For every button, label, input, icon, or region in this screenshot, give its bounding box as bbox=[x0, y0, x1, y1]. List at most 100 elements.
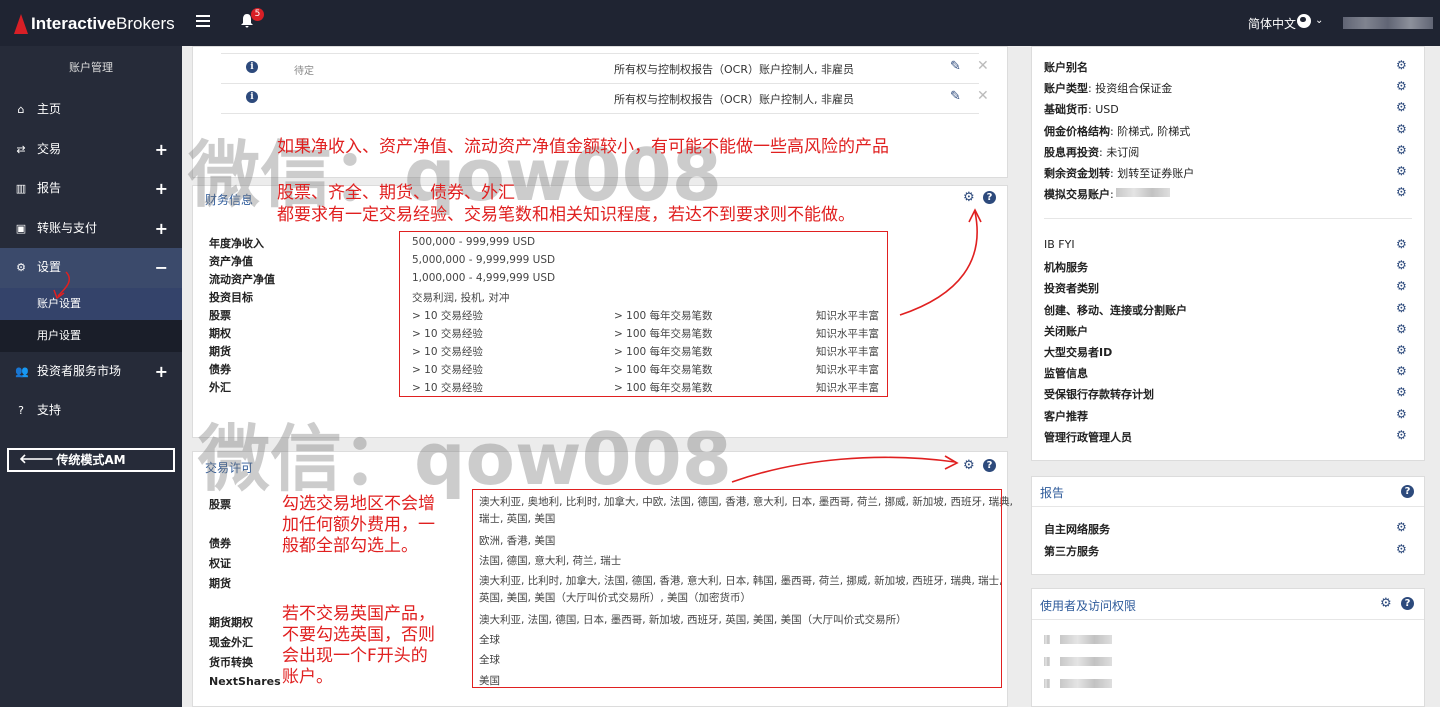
ocr-status: 待定 bbox=[294, 66, 314, 77]
info-icon[interactable]: i bbox=[246, 91, 258, 103]
gear-icon[interactable]: ⚙ bbox=[1396, 101, 1407, 113]
config-item[interactable]: 管理行政管理人员 bbox=[1044, 429, 1132, 445]
permission-label: 货币转换 bbox=[209, 656, 253, 669]
help-icon[interactable]: ? bbox=[983, 191, 996, 204]
annotation-note: 若不交易英国产品，不要勾选英国，否则会出现一个F开头的账户。 bbox=[282, 604, 435, 687]
gear-icon[interactable]: ⚙ bbox=[1396, 186, 1407, 198]
expand-icon[interactable]: + bbox=[155, 130, 168, 170]
gear-icon[interactable]: ⚙ bbox=[1396, 165, 1407, 177]
chevron-down-icon[interactable]: ⌄ bbox=[1315, 15, 1323, 26]
arrow-left-icon: 🡐 bbox=[19, 452, 54, 467]
reports-title: 报告 bbox=[1040, 486, 1065, 500]
user-blurred bbox=[1044, 657, 1050, 666]
permission-label: 债券 bbox=[209, 537, 231, 550]
gear-icon[interactable]: ⚙ bbox=[1396, 323, 1407, 335]
paper-account-blurred bbox=[1116, 188, 1170, 197]
config-item[interactable]: 大型交易者ID bbox=[1044, 344, 1112, 360]
gears-icon: ⚙ bbox=[16, 261, 26, 274]
globe-icon[interactable] bbox=[1297, 14, 1311, 28]
sidebar-item-users[interactable]: 👥 投资者服务市场 + bbox=[0, 352, 182, 392]
config-item[interactable]: 创建、移动、连接或分割账户 bbox=[1044, 302, 1187, 318]
config-item[interactable]: 投资者类别 bbox=[1044, 280, 1099, 296]
config-item[interactable]: 客户推荐 bbox=[1044, 408, 1088, 424]
gear-icon[interactable]: ⚙ bbox=[1396, 386, 1407, 398]
config-item[interactable]: 受保银行存款转存计划 bbox=[1044, 386, 1154, 402]
gear-icon[interactable]: ⚙ bbox=[1396, 280, 1407, 292]
help-icon[interactable]: ? bbox=[1401, 597, 1414, 610]
gear-icon[interactable]: ⚙ bbox=[1396, 429, 1407, 441]
gear-icon[interactable]: ⚙ bbox=[963, 191, 976, 204]
sidebar-item-label: 投资者服务市场 bbox=[37, 363, 122, 378]
help-icon[interactable]: ? bbox=[1401, 485, 1414, 498]
gear-icon[interactable]: ⚙ bbox=[1396, 365, 1407, 377]
ib-logo[interactable]: InteractiveBrokers bbox=[14, 13, 175, 35]
config-item[interactable]: 基础货币: USD bbox=[1044, 101, 1119, 117]
ocr-text: 所有权与控制权报告（OCR）账户控制人, 非雇员 bbox=[614, 93, 854, 106]
financial-label: 债券 bbox=[209, 363, 231, 376]
sidebar-subitem[interactable]: 用户设置 bbox=[0, 319, 182, 352]
home-icon: ⌂ bbox=[17, 103, 25, 116]
gear-icon[interactable]: ⚙ bbox=[963, 459, 976, 472]
gear-icon[interactable]: ⚙ bbox=[1396, 123, 1407, 135]
gear-icon[interactable]: ⚙ bbox=[1380, 597, 1393, 610]
config-item[interactable]: IB FYI bbox=[1044, 238, 1075, 251]
gear-icon[interactable]: ⚙ bbox=[1396, 59, 1407, 71]
config-item[interactable]: 监管信息 bbox=[1044, 365, 1088, 381]
edit-icon[interactable]: ✎ bbox=[950, 59, 961, 74]
sidebar-item-label: 主页 bbox=[37, 102, 62, 116]
config-item[interactable]: 剩余资金划转: 划转至证券账户 bbox=[1044, 165, 1194, 181]
reports-panel: 报告 ? 自主网络服务 ⚙ 第三方服务 ⚙ bbox=[1031, 476, 1425, 575]
close-icon[interactable]: ✕ bbox=[977, 88, 989, 104]
permission-label: 期货期权 bbox=[209, 616, 253, 629]
financial-label: 年度净收入 bbox=[209, 237, 264, 250]
close-icon[interactable]: ✕ bbox=[977, 58, 989, 74]
sidebar-item-label: 交易 bbox=[37, 141, 62, 156]
expand-icon[interactable]: + bbox=[155, 169, 168, 209]
config-item[interactable]: 账户类型: 投资组合保证金 bbox=[1044, 80, 1172, 96]
gear-icon[interactable]: ⚙ bbox=[1396, 543, 1407, 555]
config-item[interactable]: 账户别名 bbox=[1044, 59, 1088, 75]
collapse-icon[interactable]: − bbox=[155, 248, 168, 288]
info-icon[interactable]: i bbox=[246, 61, 258, 73]
sidebar-item-exchange[interactable]: ⇄ 交易 + bbox=[0, 130, 182, 170]
permission-label: 现金外汇 bbox=[209, 636, 253, 649]
sidebar-item-bar-chart[interactable]: ▥ 报告 + bbox=[0, 169, 182, 209]
gear-icon[interactable]: ⚙ bbox=[1396, 521, 1407, 533]
gear-icon[interactable]: ⚙ bbox=[1396, 302, 1407, 314]
sidebar-item-gears[interactable]: ⚙ 设置 − bbox=[0, 248, 182, 288]
config-item[interactable]: 关闭账户 bbox=[1044, 323, 1088, 339]
user-blurred bbox=[1044, 679, 1050, 688]
user-blurred bbox=[1060, 679, 1112, 688]
gear-icon[interactable]: ⚙ bbox=[1396, 144, 1407, 156]
gear-icon[interactable]: ⚙ bbox=[1396, 259, 1407, 271]
annotation-note: 股票、齐全、期货、债券、外汇 bbox=[277, 183, 515, 203]
sidebar-subitem[interactable]: 账户设置 bbox=[0, 287, 182, 320]
sidebar-item-money[interactable]: ▣ 转账与支付 + bbox=[0, 209, 182, 249]
top-bar: InteractiveBrokers 5 简体中文 ⌄ bbox=[0, 0, 1440, 46]
config-item[interactable]: 股息再投资: 未订阅 bbox=[1044, 144, 1139, 160]
help-icon: ? bbox=[18, 404, 24, 417]
annotation-box bbox=[399, 231, 888, 397]
config-item[interactable]: 机构服务 bbox=[1044, 259, 1088, 275]
help-icon[interactable]: ? bbox=[983, 459, 996, 472]
config-item[interactable]: 佣金价格结构: 阶梯式, 阶梯式 bbox=[1044, 123, 1190, 139]
gear-icon[interactable]: ⚙ bbox=[1396, 238, 1407, 250]
menu-toggle-icon[interactable] bbox=[196, 15, 210, 29]
user-account-blurred[interactable] bbox=[1343, 17, 1433, 29]
report-item[interactable]: 自主网络服务 bbox=[1044, 521, 1110, 537]
expand-icon[interactable]: + bbox=[155, 352, 168, 392]
sidebar-item-home[interactable]: ⌂ 主页 bbox=[0, 90, 182, 130]
legacy-mode-button[interactable]: 🡐 传统模式AM bbox=[7, 448, 175, 472]
edit-icon[interactable]: ✎ bbox=[950, 89, 961, 104]
sidebar-item-help[interactable]: ? 支持 bbox=[0, 391, 182, 431]
permission-label: 期货 bbox=[209, 577, 231, 590]
permission-label: 权证 bbox=[209, 557, 231, 570]
language-selector[interactable]: 简体中文 bbox=[1248, 15, 1296, 32]
gear-icon[interactable]: ⚙ bbox=[1396, 344, 1407, 356]
report-item[interactable]: 第三方服务 bbox=[1044, 543, 1099, 559]
config-item[interactable]: 模拟交易账户: bbox=[1044, 186, 1114, 202]
financial-label: 外汇 bbox=[209, 381, 231, 394]
gear-icon[interactable]: ⚙ bbox=[1396, 80, 1407, 92]
expand-icon[interactable]: + bbox=[155, 209, 168, 249]
gear-icon[interactable]: ⚙ bbox=[1396, 408, 1407, 420]
